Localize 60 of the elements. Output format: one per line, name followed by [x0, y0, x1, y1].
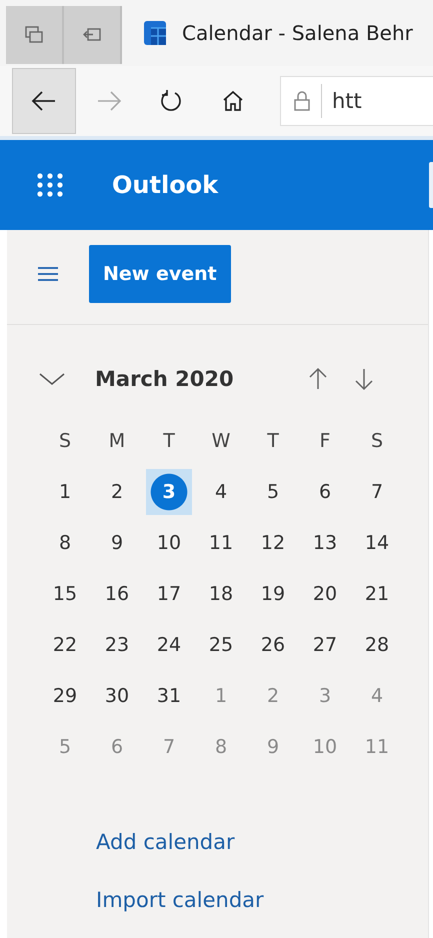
- weekday-label: M: [108, 428, 126, 454]
- calendar-day[interactable]: 17: [146, 570, 192, 616]
- calendar-link[interactable]: Add calendar: [96, 830, 235, 854]
- new-event-button[interactable]: New event: [89, 245, 231, 303]
- calendar-day[interactable]: 27: [302, 622, 348, 668]
- chevron-icon: [39, 371, 65, 387]
- calendar-day[interactable]: 5: [250, 468, 296, 514]
- calendar-day[interactable]: 4: [198, 468, 244, 514]
- calendar-day[interactable]: 19: [250, 570, 296, 616]
- calendar-app-icon: [144, 21, 166, 45]
- calendar-day[interactable]: 22: [42, 622, 88, 668]
- calendar-day[interactable]: 30: [94, 672, 140, 718]
- calendar-day[interactable]: 13: [302, 520, 348, 566]
- weekday-label: T: [162, 428, 176, 454]
- up-arrow-icon: [308, 367, 328, 391]
- back-icon: [31, 90, 57, 112]
- calendar-day[interactable]: 29: [42, 672, 88, 718]
- lock-icon: [293, 90, 311, 112]
- calendar-day[interactable]: 15: [42, 570, 88, 616]
- back-button[interactable]: [12, 68, 76, 134]
- calendar-day[interactable]: 26: [250, 622, 296, 668]
- calendar-day[interactable]: 23: [94, 622, 140, 668]
- weekday-label: S: [58, 428, 72, 454]
- collapse-button[interactable]: [39, 371, 65, 387]
- calendar-day[interactable]: 18: [198, 570, 244, 616]
- next-month-button[interactable]: [354, 367, 374, 391]
- menu-button[interactable]: [37, 266, 59, 282]
- down-arrow-icon: [354, 367, 374, 391]
- forward-icon: [96, 90, 122, 112]
- address-field[interactable]: htt: [280, 76, 433, 126]
- app-name: Outlook: [112, 171, 218, 199]
- calendar-day[interactable]: 31: [146, 672, 192, 718]
- menu-icon: [37, 266, 59, 282]
- calendar-day[interactable]: 9: [94, 520, 140, 566]
- calendar-day[interactable]: 2: [94, 468, 140, 514]
- calendar-link[interactable]: Import calendar: [96, 888, 264, 912]
- calendar-day[interactable]: 8: [42, 520, 88, 566]
- calendar-day[interactable]: 20: [302, 570, 348, 616]
- calendar-day[interactable]: 12: [250, 520, 296, 566]
- weekday-label: F: [318, 428, 332, 454]
- calendar-day[interactable]: 10: [146, 520, 192, 566]
- weekday-label: W: [210, 428, 232, 454]
- calendar-day[interactable]: 16: [94, 570, 140, 616]
- calendar-day[interactable]: 11: [198, 520, 244, 566]
- calendar-day[interactable]: 14: [354, 520, 400, 566]
- calendar-day[interactable]: 6: [302, 468, 348, 514]
- refresh-icon: [159, 89, 183, 113]
- calendar-day[interactable]: 7: [354, 468, 400, 514]
- month-title[interactable]: March 2020: [95, 367, 234, 391]
- calendar-day[interactable]: 28: [354, 622, 400, 668]
- weekday-label: S: [370, 428, 384, 454]
- weekday-label: T: [266, 428, 280, 454]
- tab-title[interactable]: Calendar - Salena Behr: [182, 21, 413, 45]
- home-icon: [221, 89, 245, 113]
- previous-month-button[interactable]: [308, 367, 328, 391]
- calendar-day[interactable]: 25: [198, 622, 244, 668]
- calendar-day[interactable]: 1: [42, 468, 88, 514]
- calendar-day[interactable]: 3: [146, 468, 192, 514]
- calendar-day[interactable]: 21: [354, 570, 400, 616]
- calendar-day[interactable]: 24: [146, 622, 192, 668]
